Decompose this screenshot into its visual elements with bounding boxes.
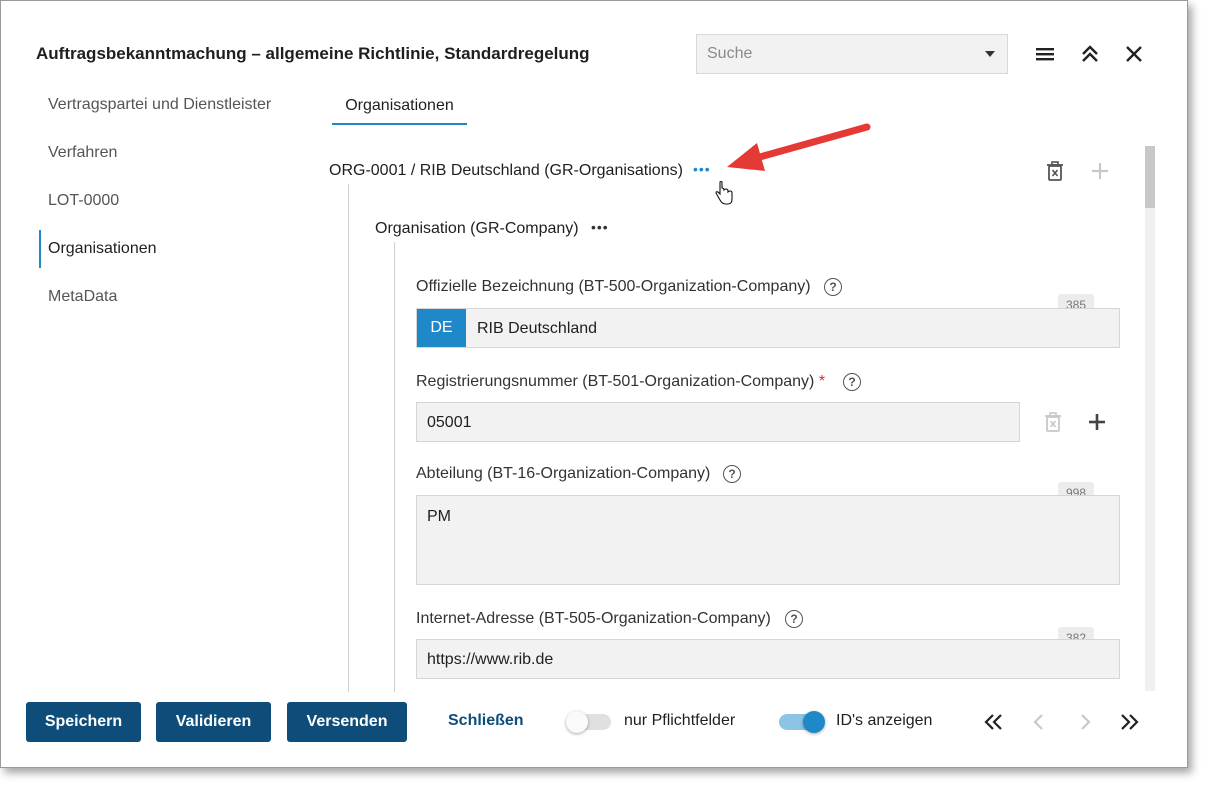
sidebar-item-vertragspartei[interactable]: Vertragspartei und Dienstleister bbox=[39, 81, 299, 129]
save-button[interactable]: Speichern bbox=[26, 702, 141, 742]
send-button[interactable]: Versenden bbox=[287, 702, 407, 742]
org-group-title: ORG-0001 / RIB Deutschland (GR-Organisat… bbox=[329, 162, 683, 179]
sidebar-item-verfahren[interactable]: Verfahren bbox=[39, 129, 299, 177]
help-icon[interactable]: ? bbox=[843, 373, 861, 391]
show-ids-label: ID's anzeigen bbox=[836, 712, 933, 729]
tree-guide-line bbox=[394, 242, 395, 692]
registration-label-text: Registrierungsnummer (BT-501-Organizatio… bbox=[416, 373, 815, 390]
first-page-icon[interactable] bbox=[980, 708, 1008, 736]
scrollbar-thumb[interactable] bbox=[1145, 146, 1155, 208]
registration-value: 05001 bbox=[427, 414, 472, 431]
chevron-down-icon[interactable] bbox=[985, 51, 995, 57]
add-group-icon[interactable] bbox=[1088, 159, 1112, 188]
search-dropdown[interactable] bbox=[696, 34, 1008, 74]
department-value: PM bbox=[427, 508, 451, 525]
last-page-icon[interactable] bbox=[1115, 708, 1143, 736]
sidebar-nav: Vertragspartei und Dienstleister Verfahr… bbox=[39, 81, 299, 321]
official-name-value: RIB Deutschland bbox=[477, 320, 598, 337]
delete-group-icon[interactable] bbox=[1043, 159, 1067, 188]
registration-label: Registrierungsnummer (BT-501-Organizatio… bbox=[416, 373, 825, 391]
required-only-label: nur Pflichtfelder bbox=[624, 712, 736, 729]
page-title: Auftragsbekanntmachung – allgemeine Rich… bbox=[36, 44, 590, 63]
delete-entry-icon[interactable] bbox=[1041, 410, 1065, 439]
help-icon[interactable]: ? bbox=[824, 278, 842, 296]
required-mark: * bbox=[818, 373, 826, 390]
next-page-icon[interactable] bbox=[1071, 708, 1099, 736]
annotation-arrow-icon bbox=[723, 119, 873, 180]
show-ids-toggle-knob[interactable] bbox=[803, 711, 825, 733]
menu-icon[interactable] bbox=[1030, 39, 1060, 69]
language-badge[interactable]: DE bbox=[417, 309, 466, 347]
hand-cursor-icon bbox=[714, 180, 734, 212]
help-icon[interactable]: ? bbox=[785, 610, 803, 628]
previous-page-icon[interactable] bbox=[1025, 708, 1053, 736]
required-only-toggle-knob[interactable] bbox=[566, 711, 588, 733]
internet-value: https://www.rib.de bbox=[427, 651, 554, 668]
official-name-field[interactable]: DE RIB Deutschland bbox=[416, 308, 1120, 348]
scrollbar-track[interactable] bbox=[1145, 146, 1155, 691]
internet-field[interactable]: https://www.rib.de bbox=[416, 639, 1120, 679]
sidebar-item-organisationen[interactable]: Organisationen bbox=[39, 225, 299, 273]
tree-guide-line bbox=[348, 184, 349, 692]
official-name-label: Offizielle Bezeichnung (BT-500-Organizat… bbox=[416, 278, 811, 295]
tab-organisationen[interactable]: Organisationen bbox=[332, 83, 467, 125]
help-icon[interactable]: ? bbox=[723, 465, 741, 483]
registration-field[interactable]: 05001 bbox=[416, 402, 1020, 442]
close-button[interactable]: Schließen bbox=[448, 712, 524, 730]
validate-button[interactable]: Validieren bbox=[156, 702, 271, 742]
sidebar-item-metadata[interactable]: MetaData bbox=[39, 273, 299, 321]
close-icon[interactable] bbox=[1119, 39, 1149, 69]
search-input[interactable] bbox=[697, 35, 987, 73]
sidebar-item-lot[interactable]: LOT-0000 bbox=[39, 177, 299, 225]
dialog-window: Auftragsbekanntmachung – allgemeine Rich… bbox=[0, 0, 1188, 768]
add-entry-icon[interactable] bbox=[1085, 410, 1109, 439]
collapse-up-icon[interactable] bbox=[1075, 39, 1105, 69]
org-more-options-icon[interactable]: ••• bbox=[693, 161, 711, 177]
company-group-title: Organisation (GR-Company) bbox=[375, 220, 579, 237]
department-textarea[interactable]: PM bbox=[416, 495, 1120, 585]
internet-label: Internet-Adresse (BT-505-Organization-Co… bbox=[416, 610, 771, 627]
department-label: Abteilung (BT-16-Organization-Company) bbox=[416, 465, 711, 482]
company-more-options-icon[interactable]: ••• bbox=[591, 219, 609, 235]
